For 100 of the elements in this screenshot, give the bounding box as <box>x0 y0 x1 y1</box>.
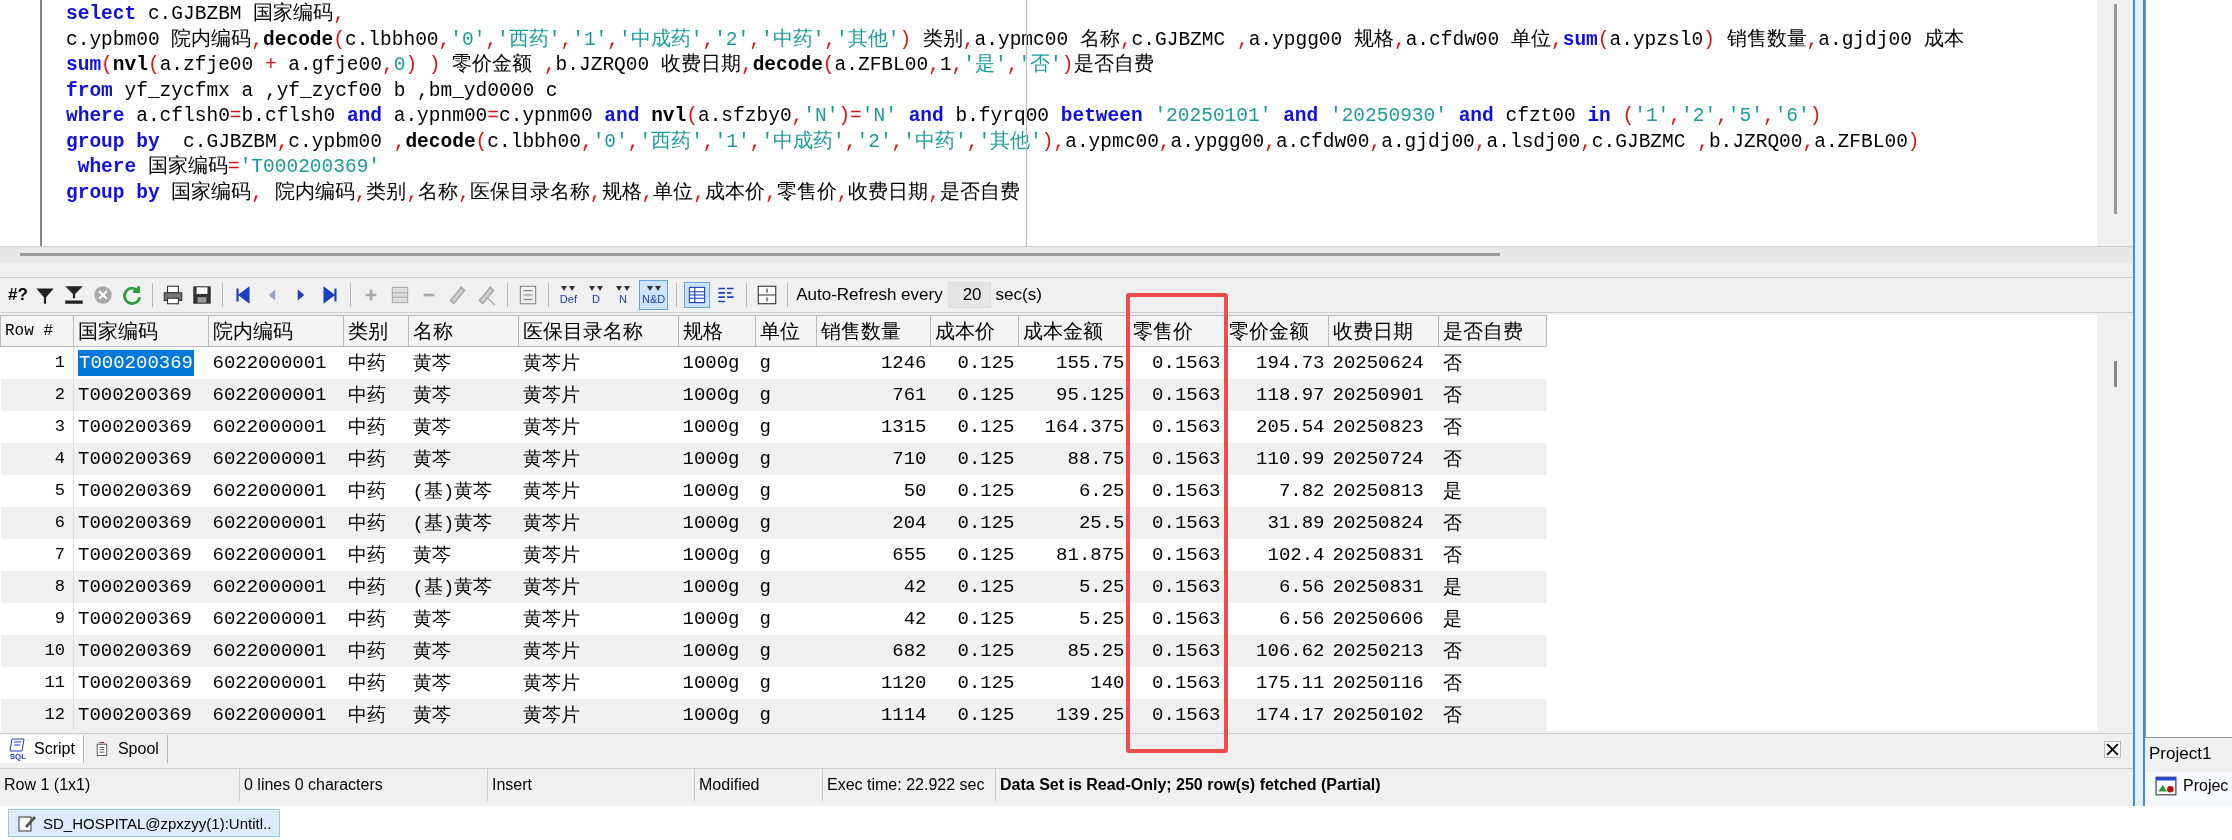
table-cell: 6.56 <box>1224 602 1329 635</box>
column-header[interactable]: 成本金额 <box>1018 315 1129 347</box>
sql-label: SQL <box>9 753 27 761</box>
table-cell: 20250831 <box>1328 538 1439 571</box>
table-cell: 20250823 <box>1328 410 1439 443</box>
table-cell: 否 <box>1438 634 1547 667</box>
table-cell: g <box>755 634 817 667</box>
table-cell: 黄芩片 <box>518 570 679 603</box>
table-cell: g <box>755 698 817 731</box>
filter-mode-button[interactable]: N <box>611 280 634 310</box>
table-cell: 155.75 <box>1018 346 1129 379</box>
table-cell: 是 <box>1438 602 1547 635</box>
column-header[interactable]: 单位 <box>755 315 817 347</box>
table-cell: 否 <box>1438 378 1547 411</box>
table-cell: 1000g <box>678 634 756 667</box>
tab[interactable]: SQL Script <box>0 735 84 763</box>
filter-mode-button[interactable]: N&D <box>638 280 669 310</box>
status-text: Row 1 (1x1) <box>0 769 240 801</box>
table-cell: 0.125 <box>930 474 1019 507</box>
splitter[interactable] <box>2133 0 2145 806</box>
selected-cell[interactable]: T000200369 <box>78 349 195 376</box>
project-icon <box>2155 776 2177 796</box>
table-cell: 0.125 <box>930 570 1019 603</box>
table-cell: 88.75 <box>1018 442 1129 475</box>
table-cell: 0.125 <box>930 666 1019 699</box>
table-cell: g <box>755 538 817 571</box>
table-cell: 20250102 <box>1328 698 1439 731</box>
table-cell: 中药 <box>343 410 409 443</box>
filter-mode-button[interactable]: Def <box>556 280 580 310</box>
table-cell: 黄芩片 <box>518 474 679 507</box>
table-cell: 0.125 <box>930 442 1019 475</box>
column-header[interactable]: 类别 <box>343 315 409 347</box>
table-cell: 中药 <box>343 634 409 667</box>
column-header[interactable]: 是否自费 <box>1438 315 1547 347</box>
table-cell: 黄芩片 <box>518 506 679 539</box>
column-header[interactable]: 名称 <box>408 315 519 347</box>
table-cell: 50 <box>816 474 931 507</box>
row-number: 9 <box>0 602 74 635</box>
code-line: group by 国家编码, 院内编码,类别,名称,医保目录名称,规格,单位,成本价,零售价,收费日期,是否自费 <box>66 180 1021 206</box>
table-cell: g <box>755 474 817 507</box>
code-line: sum(nvl(a.zfje00 + a.gfje00,0) ) 零价金额 ,b.JZRQ00 收费日期,decode(a.ZFBL00,1,'是','否')是否自费 <box>66 53 1154 78</box>
table-cell: 黄芩片 <box>518 378 679 411</box>
table-cell: 是 <box>1438 474 1547 507</box>
table-cell: 黄芩 <box>408 538 519 571</box>
column-header[interactable]: 零售价 <box>1128 315 1225 347</box>
horizontal-scrollbar[interactable] <box>0 247 2133 263</box>
taskbar-window-button[interactable]: SD_HOSPITAL@zpxzyy(1):Untitl.. <box>8 809 281 837</box>
table-cell: T000200369 <box>73 538 209 571</box>
column-header[interactable]: 医保目录名称 <box>518 315 679 347</box>
table-cell: 0.1563 <box>1128 410 1225 443</box>
table-cell: T000200369 <box>73 378 209 411</box>
filter-mode-button[interactable]: D <box>584 280 607 310</box>
query-label[interactable]: #? <box>8 285 28 305</box>
row-number: 1 <box>0 346 74 379</box>
table-cell: 否 <box>1438 666 1547 699</box>
table-cell: 1114 <box>816 698 931 731</box>
table-cell: 黄芩 <box>408 442 519 475</box>
code-line: c.ypbm00 院内编码,decode(c.lbbh00,'0','西药','1','中成药','2','中药','其他') 类别,a.ypmc00 名称,c.GJBZMC ,a.ypgg00 规格,a.cfdw00 单位,sum(a.ypzsl0) 销售数量,a.gjdj00 成本 <box>66 27 1964 53</box>
refresh-interval-field[interactable]: 20 <box>947 282 991 308</box>
column-header[interactable]: 收费日期 <box>1328 315 1439 347</box>
table-cell: 否 <box>1438 538 1547 571</box>
column-header[interactable]: 规格 <box>678 315 756 347</box>
table-cell: 6022000001 <box>208 506 344 539</box>
table-cell: 6022000001 <box>208 602 344 635</box>
table-cell: g <box>755 410 817 443</box>
column-header[interactable]: 院内编码 <box>208 315 344 347</box>
column-header[interactable]: 国家编码 <box>73 315 209 347</box>
close-icon[interactable] <box>2104 740 2121 758</box>
grid-view-icon[interactable] <box>685 283 710 307</box>
funnel-icon <box>587 285 604 293</box>
table-cell: g <box>755 666 817 699</box>
row-number: 2 <box>0 378 74 411</box>
column-header[interactable]: Row # <box>0 315 74 347</box>
scrollbar-thumb[interactable] <box>2113 361 2117 387</box>
funnel-icon <box>560 285 577 293</box>
table-cell: 140 <box>1018 666 1129 699</box>
table-cell: 20250624 <box>1328 346 1439 379</box>
tab[interactable]: Spool <box>83 735 168 763</box>
table-cell: 0.125 <box>930 602 1019 635</box>
table-cell: 194.73 <box>1224 346 1329 379</box>
code-editor[interactable] <box>0 0 2133 247</box>
table-cell: 1000g <box>678 410 756 443</box>
column-header[interactable]: 销售数量 <box>816 315 931 347</box>
row-number: 12 <box>0 698 74 731</box>
table-cell: 6022000001 <box>208 634 344 667</box>
table-cell: T000200369 <box>73 474 209 507</box>
column-header[interactable]: 成本价 <box>930 315 1019 347</box>
panel-title: Project1 <box>2148 743 2213 765</box>
row-number: 3 <box>0 410 74 443</box>
table-cell: 0.1563 <box>1128 666 1225 699</box>
table-cell: 黄芩 <box>408 698 519 731</box>
table-cell: 20250824 <box>1328 506 1439 539</box>
table-cell: 1000g <box>678 474 756 507</box>
vertical-scrollbar[interactable] <box>2097 0 2133 246</box>
table-cell: 黄芩 <box>408 602 519 635</box>
table-cell: 否 <box>1438 506 1547 539</box>
status-text: Modified <box>695 769 823 801</box>
code-line: where a.cflsh0=b.cflsh0 and a.ypnm00=c.ypnm00 and nvl(a.sfzby0,'N')='N' and b.fyrq00 between '20250101' and '20250930' and cfzt00 in ('1','2','5','6') <box>66 104 1822 129</box>
table-cell: 黄芩片 <box>518 410 679 443</box>
row-number: 6 <box>0 506 74 539</box>
